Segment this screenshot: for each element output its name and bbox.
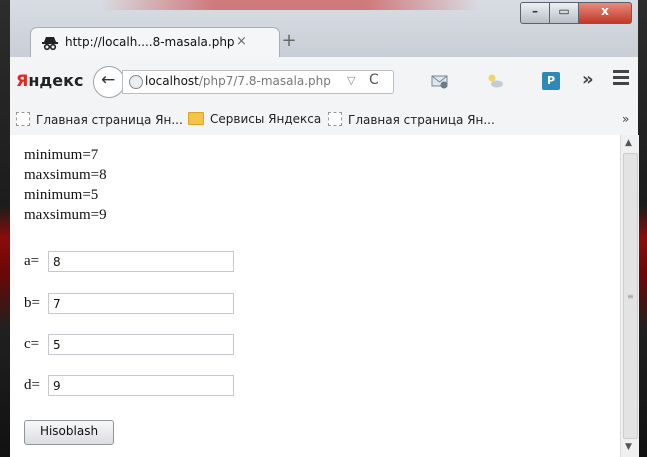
url-text: localhost/php7/7.8-masala.php [145,74,331,88]
close-icon: x [601,4,609,18]
output-line: minimum=5 [24,187,99,203]
desktop-edge-right [638,0,647,457]
tab-close-button[interactable]: × [236,34,247,49]
address-bar[interactable]: localhost/php7/7.8-masala.php ▽ C [122,70,394,94]
globe-icon [129,75,143,89]
bookmark-yandex-home-1[interactable]: Главная страница Ян... [16,112,183,127]
output-line: maxsimum=9 [24,207,107,223]
output-line: maxsimum=8 [24,167,107,183]
back-arrow-icon: ← [101,70,116,90]
parking-icon[interactable]: P [542,72,560,90]
browser-tab[interactable]: http://localh....8-masala.php × [30,27,280,58]
back-button[interactable]: ← [93,66,125,98]
input-c[interactable]: 5 [48,334,234,355]
input-d[interactable]: 9 [48,375,234,396]
bookmarks-overflow-button[interactable]: » [622,112,629,126]
scroll-up-arrow-icon[interactable]: ▲ [625,138,632,148]
browser-window: http://localh....8-masala.php × + – ▭ x … [10,0,639,457]
field-label: b= [24,295,40,311]
maximize-button[interactable]: ▭ [549,2,579,24]
grip-icon: ≡ [627,292,634,301]
title-glow [100,0,480,10]
yandex-logo[interactable]: Яндекс [16,71,84,90]
logo-first-letter: Я [16,71,29,90]
page-icon [328,112,342,126]
navigation-bar: Яндекс ← localhost/php7/7.8-masala.php ▽… [10,57,638,106]
page-content: minimum=7 maxsimum=8 minimum=5 maxsimum=… [10,135,620,457]
url-dropdown-icon[interactable]: ▽ [347,74,355,87]
minimize-button[interactable]: – [520,2,550,24]
scroll-thumb[interactable]: ≡ [623,153,638,439]
window-controls: – ▭ x [520,2,632,24]
submit-button[interactable]: Hisoblash [24,420,114,445]
bookmark-label: Главная страница Ян... [348,113,495,127]
weather-icon[interactable] [486,72,504,90]
field-row-d: d= 9 [24,375,234,396]
minimize-icon: – [532,4,538,18]
title-bar: http://localh....8-masala.php × + – ▭ x [10,0,638,58]
bookmark-yandex-home-2[interactable]: Главная страница Ян... [328,112,495,127]
vertical-scrollbar[interactable]: ▲ ≡ ▼ [620,135,639,457]
field-label: c= [24,336,40,352]
logo-rest: ндекс [28,71,84,90]
bookmarks-bar: Главная страница Ян... Сервисы Яндекса Г… [10,105,638,136]
field-row-b: b= 7 [24,293,234,314]
menu-icon[interactable] [613,70,629,88]
page-icon [16,112,30,126]
field-row-a: a= 8 [24,251,234,272]
toolbar-overflow-button[interactable]: » [582,69,594,90]
input-a[interactable]: 8 [48,251,234,272]
folder-icon [188,112,204,125]
tab-title: http://localh....8-masala.php [65,35,235,49]
close-window-button[interactable]: x [578,2,632,24]
field-row-c: c= 5 [24,334,234,355]
reload-icon[interactable]: C [369,72,379,88]
bookmark-label: Главная страница Ян... [36,113,183,127]
url-host: localhost [145,74,199,88]
scroll-down-arrow-icon[interactable]: ▼ [625,442,632,452]
output-line: minimum=7 [24,147,99,163]
field-label: d= [24,377,40,393]
screen: http://localh....8-masala.php × + – ▭ x … [0,0,647,457]
desktop-edge-left [0,0,10,457]
new-tab-button[interactable]: + [278,30,300,51]
url-path: /php7/7.8-masala.php [198,74,331,88]
maximize-icon: ▭ [558,4,570,18]
bookmark-yandex-services[interactable]: Сервисы Яндекса [188,112,321,126]
mail-icon[interactable] [431,72,449,90]
spy-icon [42,37,58,51]
field-label: a= [24,253,40,269]
input-b[interactable]: 7 [48,293,234,314]
bookmark-label: Сервисы Яндекса [210,112,322,126]
